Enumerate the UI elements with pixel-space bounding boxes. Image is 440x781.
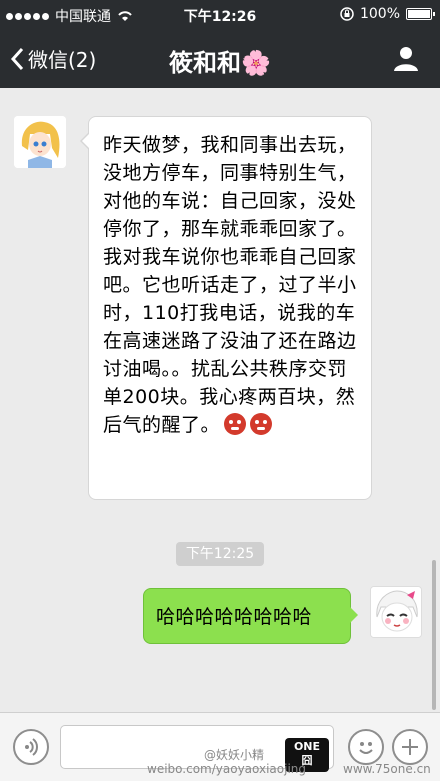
cartoon-girl-avatar-icon [371,587,421,637]
more-button[interactable] [392,729,428,765]
anime-girl-avatar-icon [14,116,66,168]
site-url-watermark: www.75one.cn [343,762,431,776]
profile-button[interactable] [392,44,420,76]
person-icon [394,47,418,71]
outgoing-message-text: 哈哈哈哈哈哈哈哈 [156,606,313,628]
nav-bar: 微信(2) 筱和和🌸 [0,30,440,88]
plus-icon [402,739,418,755]
chat-title: 筱和和🌸 [0,43,440,78]
voice-button[interactable] [13,729,49,765]
flower-icon: 🌸 [241,49,271,77]
incoming-message[interactable]: 昨天做梦，我和同事出去玩，没地方停车，同事特别生气，对他的车说：自己回家，没处停… [80,116,372,500]
incoming-message-text: 昨天做梦，我和同事出去玩，没地方停车，同事特别生气，对他的车说：自己回家，没处停… [103,134,357,436]
emoji-button[interactable] [348,729,384,765]
angry-face-icon [224,413,247,435]
chat-scrollbar[interactable] [432,560,436,710]
my-avatar[interactable] [370,586,422,638]
status-right: 100% [340,6,435,22]
message-timestamp: 下午12:25 [176,542,264,566]
voice-icon [25,738,38,756]
orientation-lock-icon [340,7,354,21]
battery-icon [406,8,435,20]
weibo-url-watermark: weibo.com/yaoyaoxiaojing [147,762,307,776]
emoji-face-icon [359,742,373,754]
angry-face-icon [250,413,273,435]
weibo-handle-watermark: @妖妖小精 [204,748,265,762]
contact-avatar[interactable] [14,116,66,168]
chat-area[interactable]: 昨天做梦，我和同事出去玩，没地方停车，同事特别生气，对他的车说：自己回家，没处停… [0,88,440,712]
contact-name: 筱和和 [169,49,242,77]
one-logo-text: ONE [293,740,321,753]
status-bar: 中国联通 下午12:26 100% [0,0,440,30]
outgoing-message[interactable]: 哈哈哈哈哈哈哈哈 [143,588,358,644]
battery-percent: 100% [359,6,400,22]
